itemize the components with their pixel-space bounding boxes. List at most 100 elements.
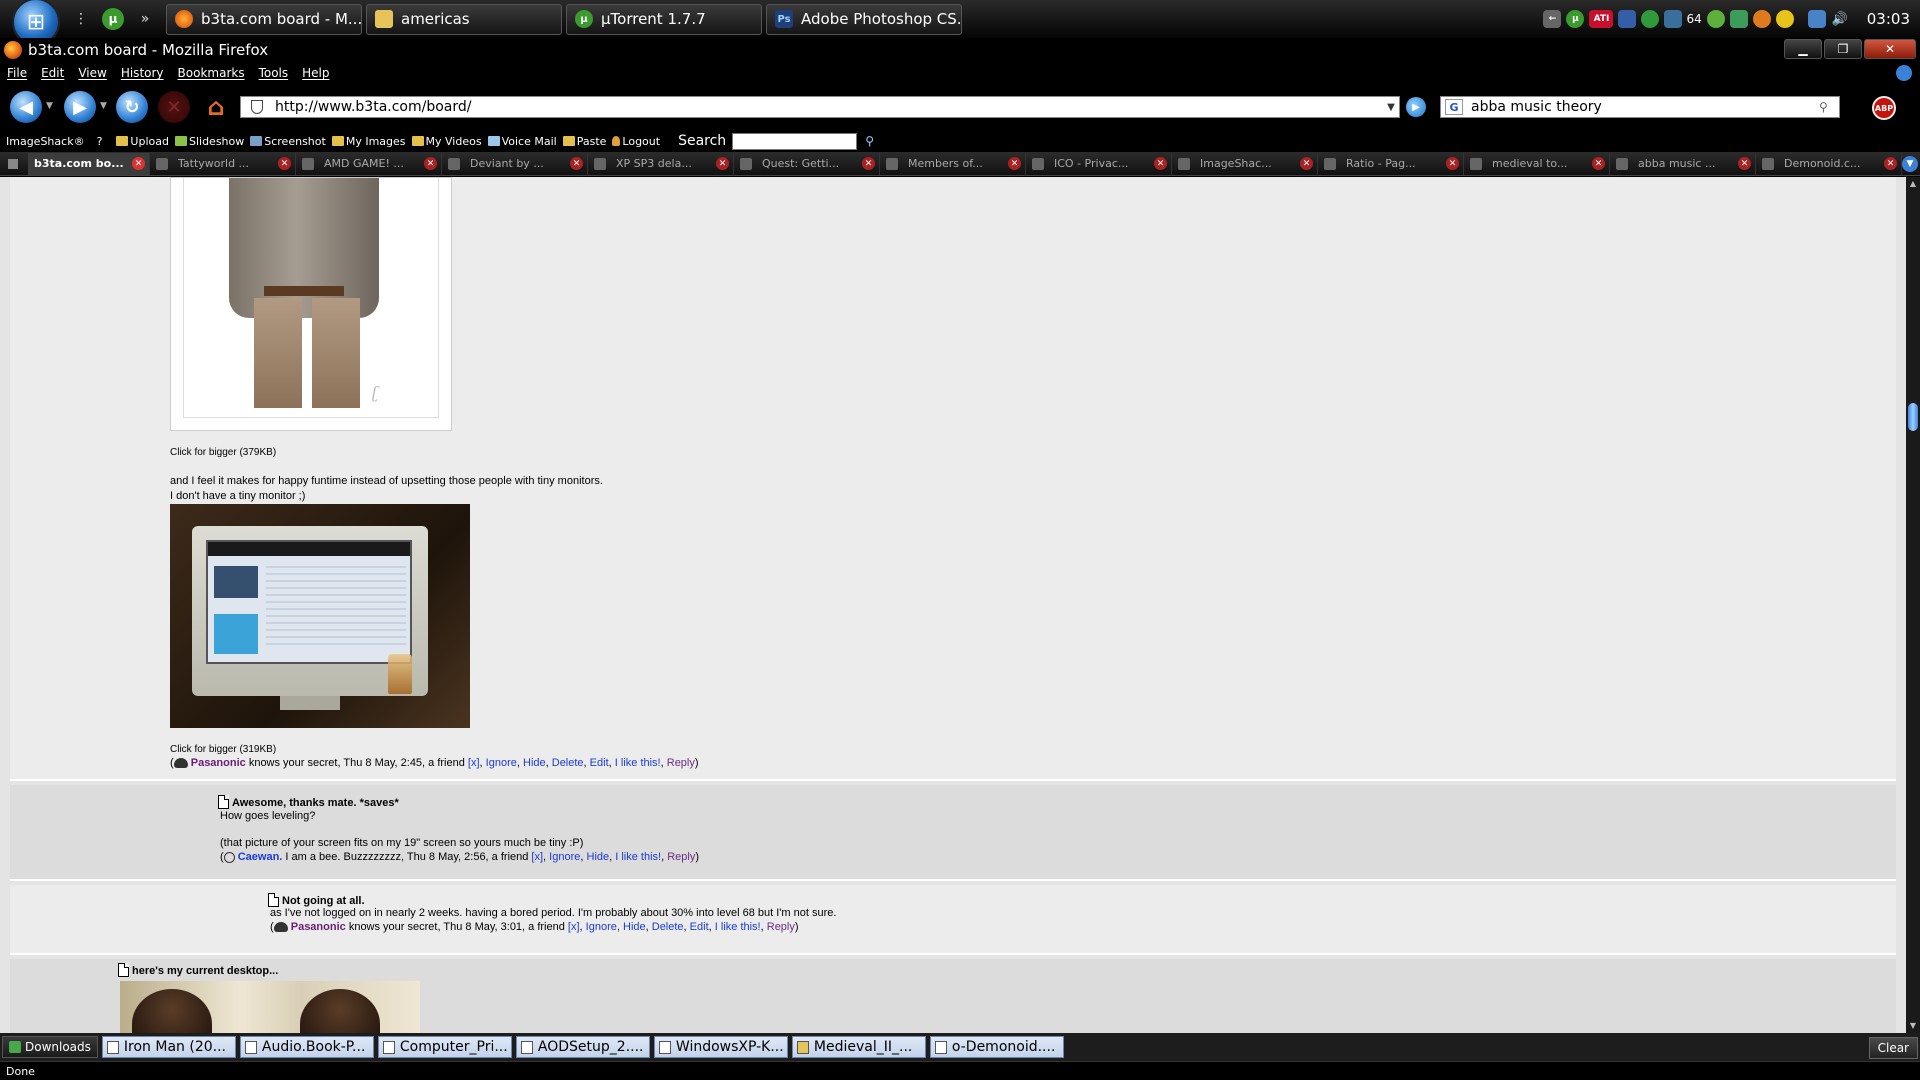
tab-close-icon[interactable]: ✕ <box>1446 157 1459 170</box>
friend-remove-link[interactable]: [x] <box>568 921 580 933</box>
indiana-jones-image[interactable]: ʗ <box>170 177 452 431</box>
reply-link[interactable]: Reply <box>767 921 795 933</box>
tab-b3ta[interactable]: b3ta.com bo... ✕ <box>28 152 150 175</box>
yellow-tray-icon[interactable] <box>1775 10 1794 28</box>
tab-members[interactable]: Members of... ✕ <box>880 152 1026 175</box>
search-input[interactable] <box>1469 98 1819 116</box>
monitor-tray-icon[interactable] <box>1664 10 1683 28</box>
tab-ico[interactable]: ICO - Privac... ✕ <box>1026 152 1172 175</box>
site-identity-icon[interactable] <box>251 100 263 114</box>
search-icon[interactable]: ⚲ <box>1819 100 1839 114</box>
imageshack-brand[interactable]: ImageShack® <box>6 135 85 148</box>
back-button[interactable]: ◀ <box>10 91 42 123</box>
tab-ratio[interactable]: Ratio - Pag... ✕ <box>1318 152 1464 175</box>
tab-tattyworld[interactable]: Tattyworld ... ✕ <box>150 152 296 175</box>
home-button[interactable]: ⌂ <box>200 91 232 123</box>
network-tray-icon[interactable] <box>1807 10 1826 28</box>
hide-link[interactable]: Hide <box>587 851 610 863</box>
is-my-images-button[interactable]: My Images <box>331 135 406 148</box>
tab-close-icon[interactable]: ✕ <box>132 157 145 170</box>
tab-abba[interactable]: abba music ... ✕ <box>1610 152 1756 175</box>
taskbar-item-photoshop[interactable]: Ps Adobe Photoshop CS... <box>766 3 962 35</box>
menu-history[interactable]: History <box>121 66 164 80</box>
tab-imageshack[interactable]: ImageShac... ✕ <box>1172 152 1318 175</box>
taskbar-item-utorrent[interactable]: µ µTorrent 1.7.7 <box>566 3 762 35</box>
back-history-dropdown-icon[interactable]: ▼ <box>46 101 53 111</box>
tab-close-icon[interactable]: ✕ <box>1592 157 1605 170</box>
url-input[interactable] <box>273 98 1383 116</box>
tab-close-icon[interactable]: ✕ <box>570 157 583 170</box>
tab-close-icon[interactable]: ✕ <box>1008 157 1021 170</box>
vertical-scrollbar[interactable]: ▲ ▼ <box>1906 177 1920 1033</box>
menu-file[interactable]: File <box>7 66 27 80</box>
tab-close-icon[interactable]: ✕ <box>278 157 291 170</box>
is-paste-button[interactable]: Paste <box>562 135 606 148</box>
tab-close-icon[interactable]: ✕ <box>1300 157 1313 170</box>
network-arrow-icon[interactable]: ← <box>1543 10 1562 28</box>
adblock-button[interactable]: ABP <box>1872 96 1896 120</box>
tab-quest[interactable]: Quest: Getti... ✕ <box>734 152 880 175</box>
scroll-up-icon[interactable]: ▲ <box>1908 179 1918 189</box>
reload-button[interactable]: ↻ <box>116 91 148 123</box>
menu-bookmarks[interactable]: Bookmarks <box>178 66 245 80</box>
utorrent-quicklaunch-icon[interactable]: µ <box>102 8 124 30</box>
download-item[interactable]: Iron Man (20... <box>101 1036 236 1058</box>
ignore-link[interactable]: Ignore <box>549 851 580 863</box>
is-slideshow-button[interactable]: Slideshow <box>174 135 244 148</box>
tab-list-icon[interactable] <box>8 158 18 169</box>
search-engine-icon[interactable]: G <box>1445 99 1463 115</box>
download-item[interactable]: Audio.Book-P... <box>239 1036 374 1058</box>
like-link[interactable]: I like this! <box>715 921 761 933</box>
username-link[interactable]: Pasanonic <box>291 921 346 933</box>
reply-link[interactable]: Reply <box>667 851 695 863</box>
url-bar[interactable]: ▼ <box>240 96 1400 118</box>
tab-close-icon[interactable]: ✕ <box>1884 157 1897 170</box>
minimize-button[interactable]: ▁ <box>1784 39 1822 59</box>
tab-close-icon[interactable]: ✕ <box>862 157 875 170</box>
taskbar-item-americas[interactable]: americas <box>366 3 562 35</box>
refresh-tray-icon[interactable] <box>1706 10 1725 28</box>
is-search-input[interactable] <box>732 132 858 150</box>
desktop-screenshot-image[interactable] <box>120 981 420 1033</box>
orange-tray-icon[interactable] <box>1752 10 1771 28</box>
is-screenshot-button[interactable]: Screenshot <box>250 135 326 148</box>
menu-edit[interactable]: Edit <box>41 66 64 80</box>
hide-link[interactable]: Hide <box>523 757 546 769</box>
monitor-photo[interactable] <box>170 504 470 728</box>
recycle-tray-icon[interactable] <box>1729 10 1748 28</box>
stop-button[interactable]: ✕ <box>158 91 190 123</box>
delete-link[interactable]: Delete <box>652 921 684 933</box>
scroll-down-icon[interactable]: ▼ <box>1908 1021 1918 1031</box>
image-caption[interactable]: Click for bigger (319KB) <box>170 744 276 755</box>
is-logout-button[interactable]: Logout <box>612 135 660 148</box>
download-item[interactable]: Medieval_II_... <box>791 1036 926 1058</box>
ignore-link[interactable]: Ignore <box>586 921 617 933</box>
reply-link[interactable]: Reply <box>667 757 695 769</box>
close-button[interactable]: ✕ <box>1864 39 1916 59</box>
tab-close-icon[interactable]: ✕ <box>716 157 729 170</box>
clear-downloads-button[interactable]: Clear <box>1868 1037 1918 1059</box>
search-bar[interactable]: G ⚲ <box>1440 96 1840 118</box>
url-dropdown-icon[interactable]: ▼ <box>1383 102 1399 113</box>
download-item[interactable]: AODSetup_2.... <box>515 1036 650 1058</box>
is-voice-mail-button[interactable]: Voice Mail <box>487 135 557 148</box>
volume-icon[interactable]: 🔊 <box>1831 10 1849 28</box>
clock[interactable]: 03:03 <box>1867 10 1910 28</box>
edit-link[interactable]: Edit <box>690 921 709 933</box>
edit-link[interactable]: Edit <box>590 757 609 769</box>
downloads-button[interactable]: Downloads <box>2 1036 98 1058</box>
download-item[interactable]: o-Demonoid.... <box>929 1036 1064 1058</box>
quicklaunch-more-icon[interactable]: » <box>134 8 156 30</box>
window-tray-icon[interactable] <box>1618 10 1637 28</box>
menu-tools[interactable]: Tools <box>259 66 289 80</box>
tab-deviant[interactable]: Deviant by ... ✕ <box>442 152 588 175</box>
ati-icon[interactable]: ATI <box>1589 10 1614 28</box>
forward-history-dropdown-icon[interactable]: ▼ <box>100 101 107 111</box>
scroll-thumb[interactable] <box>1908 403 1918 431</box>
forward-button[interactable]: ▶ <box>64 91 96 123</box>
help-icon[interactable]: ? <box>97 135 103 148</box>
menu-help[interactable]: Help <box>302 66 329 80</box>
tab-close-icon[interactable]: ✕ <box>1154 157 1167 170</box>
friend-remove-link[interactable]: [x] <box>468 757 480 769</box>
delete-link[interactable]: Delete <box>552 757 584 769</box>
